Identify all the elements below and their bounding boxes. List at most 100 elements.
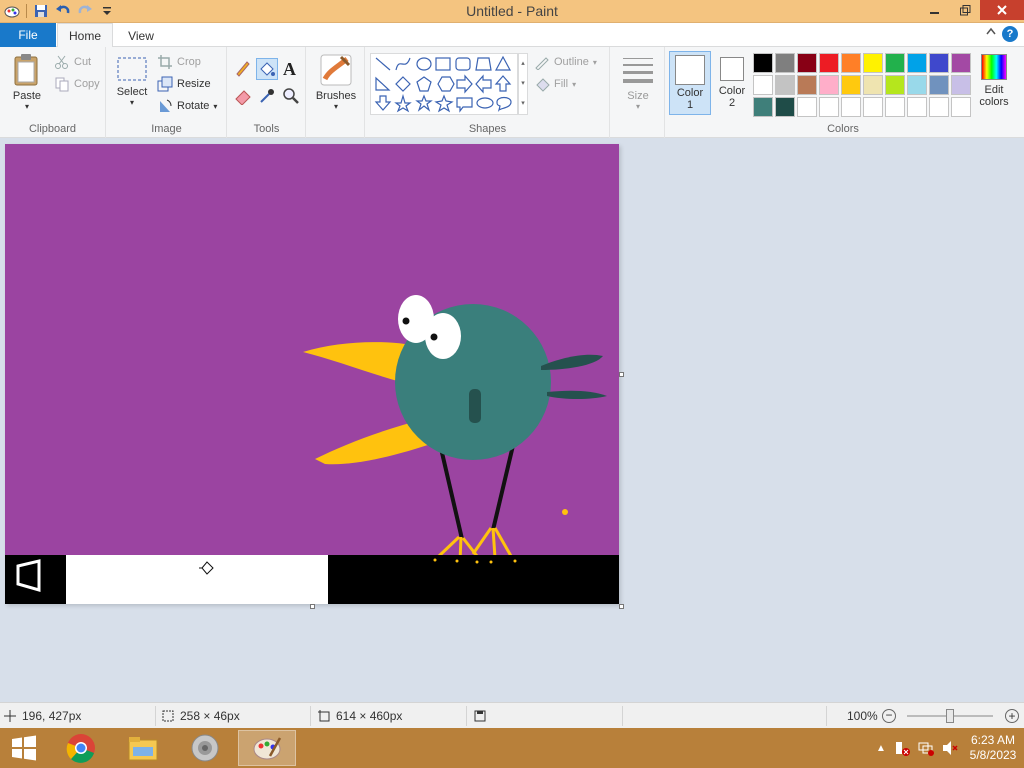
tools-group: A Tools [228, 47, 306, 138]
color-swatch[interactable] [863, 53, 883, 73]
taskbar-media[interactable] [176, 730, 234, 766]
size-button[interactable]: Size ▾ [619, 55, 657, 111]
color-swatch[interactable] [797, 75, 817, 95]
line-size-icon [623, 58, 653, 83]
selection-size-value: 258 × 46px [180, 709, 240, 723]
color-swatch[interactable] [797, 97, 817, 117]
volume-muted-icon[interactable] [938, 740, 962, 756]
color-swatch[interactable] [863, 97, 883, 117]
speaker-icon [191, 734, 219, 762]
color-swatch[interactable] [775, 97, 795, 117]
crop-icon [158, 55, 172, 69]
zoom-slider-thumb[interactable] [946, 709, 954, 723]
cursor-position: 196, 427px [4, 703, 81, 729]
color-swatch[interactable] [841, 97, 861, 117]
color-swatch[interactable] [885, 53, 905, 73]
color-1-number: 1 [686, 99, 694, 111]
fill-bucket-icon[interactable] [256, 58, 278, 80]
resize-button[interactable]: Resize [157, 76, 211, 92]
color-swatch[interactable] [951, 97, 971, 117]
color-picker-icon[interactable] [258, 87, 278, 107]
window-controls [920, 0, 1024, 20]
color-swatch[interactable] [819, 75, 839, 95]
shapes-scroll[interactable]: ▴ ▾ ▾ [518, 53, 528, 115]
zoom-out-button[interactable]: − [882, 709, 896, 723]
text-tool-icon[interactable]: A [283, 59, 303, 79]
crosshair-icon [4, 710, 16, 722]
color-swatch[interactable] [885, 75, 905, 95]
network-icon[interactable] [914, 740, 938, 756]
color-swatch[interactable] [797, 53, 817, 73]
color-swatch[interactable] [863, 75, 883, 95]
paste-label: Paste [12, 90, 42, 102]
edit-colors-button[interactable]: Edit colors [974, 53, 1014, 108]
rotate-button[interactable]: Rotate ▾ [157, 98, 217, 114]
help-icon[interactable]: ? [1002, 26, 1018, 42]
paste-button[interactable]: Paste ▾ [6, 53, 48, 111]
color-swatch[interactable] [775, 53, 795, 73]
outline-icon [535, 57, 549, 70]
color-swatch[interactable] [929, 97, 949, 117]
chrome-icon [66, 734, 95, 763]
edit-colors-label-1: Edit [984, 84, 1004, 96]
color-swatch[interactable] [907, 53, 927, 73]
restore-button[interactable] [950, 0, 980, 20]
clock[interactable]: 6:23 AM 5/8/2023 [962, 733, 1024, 763]
taskbar-file-explorer[interactable] [114, 730, 172, 766]
drawing-canvas[interactable] [5, 144, 619, 604]
taskbar-paint[interactable] [238, 730, 296, 766]
selection-icon [162, 710, 174, 722]
outline-button[interactable]: Outline ▾ [534, 54, 597, 70]
close-button[interactable] [980, 0, 1024, 20]
zoom-value: 100% [847, 709, 878, 723]
color-swatch[interactable] [907, 75, 927, 95]
canvas-resize-handle-right[interactable] [619, 372, 624, 377]
color-swatch[interactable] [841, 53, 861, 73]
canvas-resize-handle-bottom[interactable] [310, 604, 315, 609]
zoom-in-button[interactable]: + [1005, 709, 1019, 723]
color-swatch[interactable] [753, 53, 773, 73]
pencil-icon[interactable] [234, 59, 254, 79]
start-button[interactable] [0, 730, 48, 766]
color-2-button[interactable]: Color 2 [714, 51, 750, 109]
cut-label: Cut [74, 56, 92, 68]
copy-button[interactable]: Copy [54, 76, 100, 92]
color-swatch[interactable] [775, 75, 795, 95]
shapes-gallery-icons [374, 55, 512, 113]
tab-file[interactable]: File [0, 23, 56, 47]
color-swatch[interactable] [907, 97, 927, 117]
status-divider [310, 706, 311, 726]
color-swatch[interactable] [841, 75, 861, 95]
color-swatch[interactable] [951, 75, 971, 95]
crop-button[interactable]: Crop [157, 54, 201, 70]
color-swatch[interactable] [929, 53, 949, 73]
action-center-icon[interactable] [890, 740, 914, 756]
brushes-button[interactable]: Brushes ▾ [313, 53, 359, 111]
select-label: Select [116, 86, 148, 98]
tab-view[interactable]: View [116, 23, 166, 48]
color-swatch[interactable] [929, 75, 949, 95]
color-swatch[interactable] [885, 97, 905, 117]
minimize-ribbon-icon[interactable] [986, 27, 996, 38]
color-1-label: Color [676, 87, 704, 99]
magnifier-icon[interactable] [282, 87, 302, 107]
tab-home[interactable]: Home [57, 23, 113, 48]
taskbar-chrome[interactable] [52, 730, 110, 766]
canvas-resize-handle-corner[interactable] [619, 604, 624, 609]
color-1-button[interactable]: Color 1 [669, 51, 711, 115]
minimize-button[interactable] [920, 0, 950, 20]
color-swatch[interactable] [819, 97, 839, 117]
status-bar: 196, 427px 258 × 46px 614 × 460px 100% −… [0, 702, 1024, 728]
color-swatch[interactable] [753, 97, 773, 117]
color-swatch[interactable] [753, 75, 773, 95]
color-swatch[interactable] [819, 53, 839, 73]
colors-group-label: Colors [827, 123, 859, 135]
outline-label: Outline [554, 56, 589, 68]
shapes-gallery[interactable] [370, 53, 518, 115]
color-swatch[interactable] [951, 53, 971, 73]
eraser-icon[interactable] [234, 87, 254, 107]
fill-button[interactable]: Fill ▾ [534, 76, 576, 92]
cut-button[interactable]: Cut [54, 54, 91, 70]
show-hidden-icons-icon[interactable]: ▲ [872, 743, 890, 754]
select-button[interactable]: Select ▾ [113, 55, 151, 107]
